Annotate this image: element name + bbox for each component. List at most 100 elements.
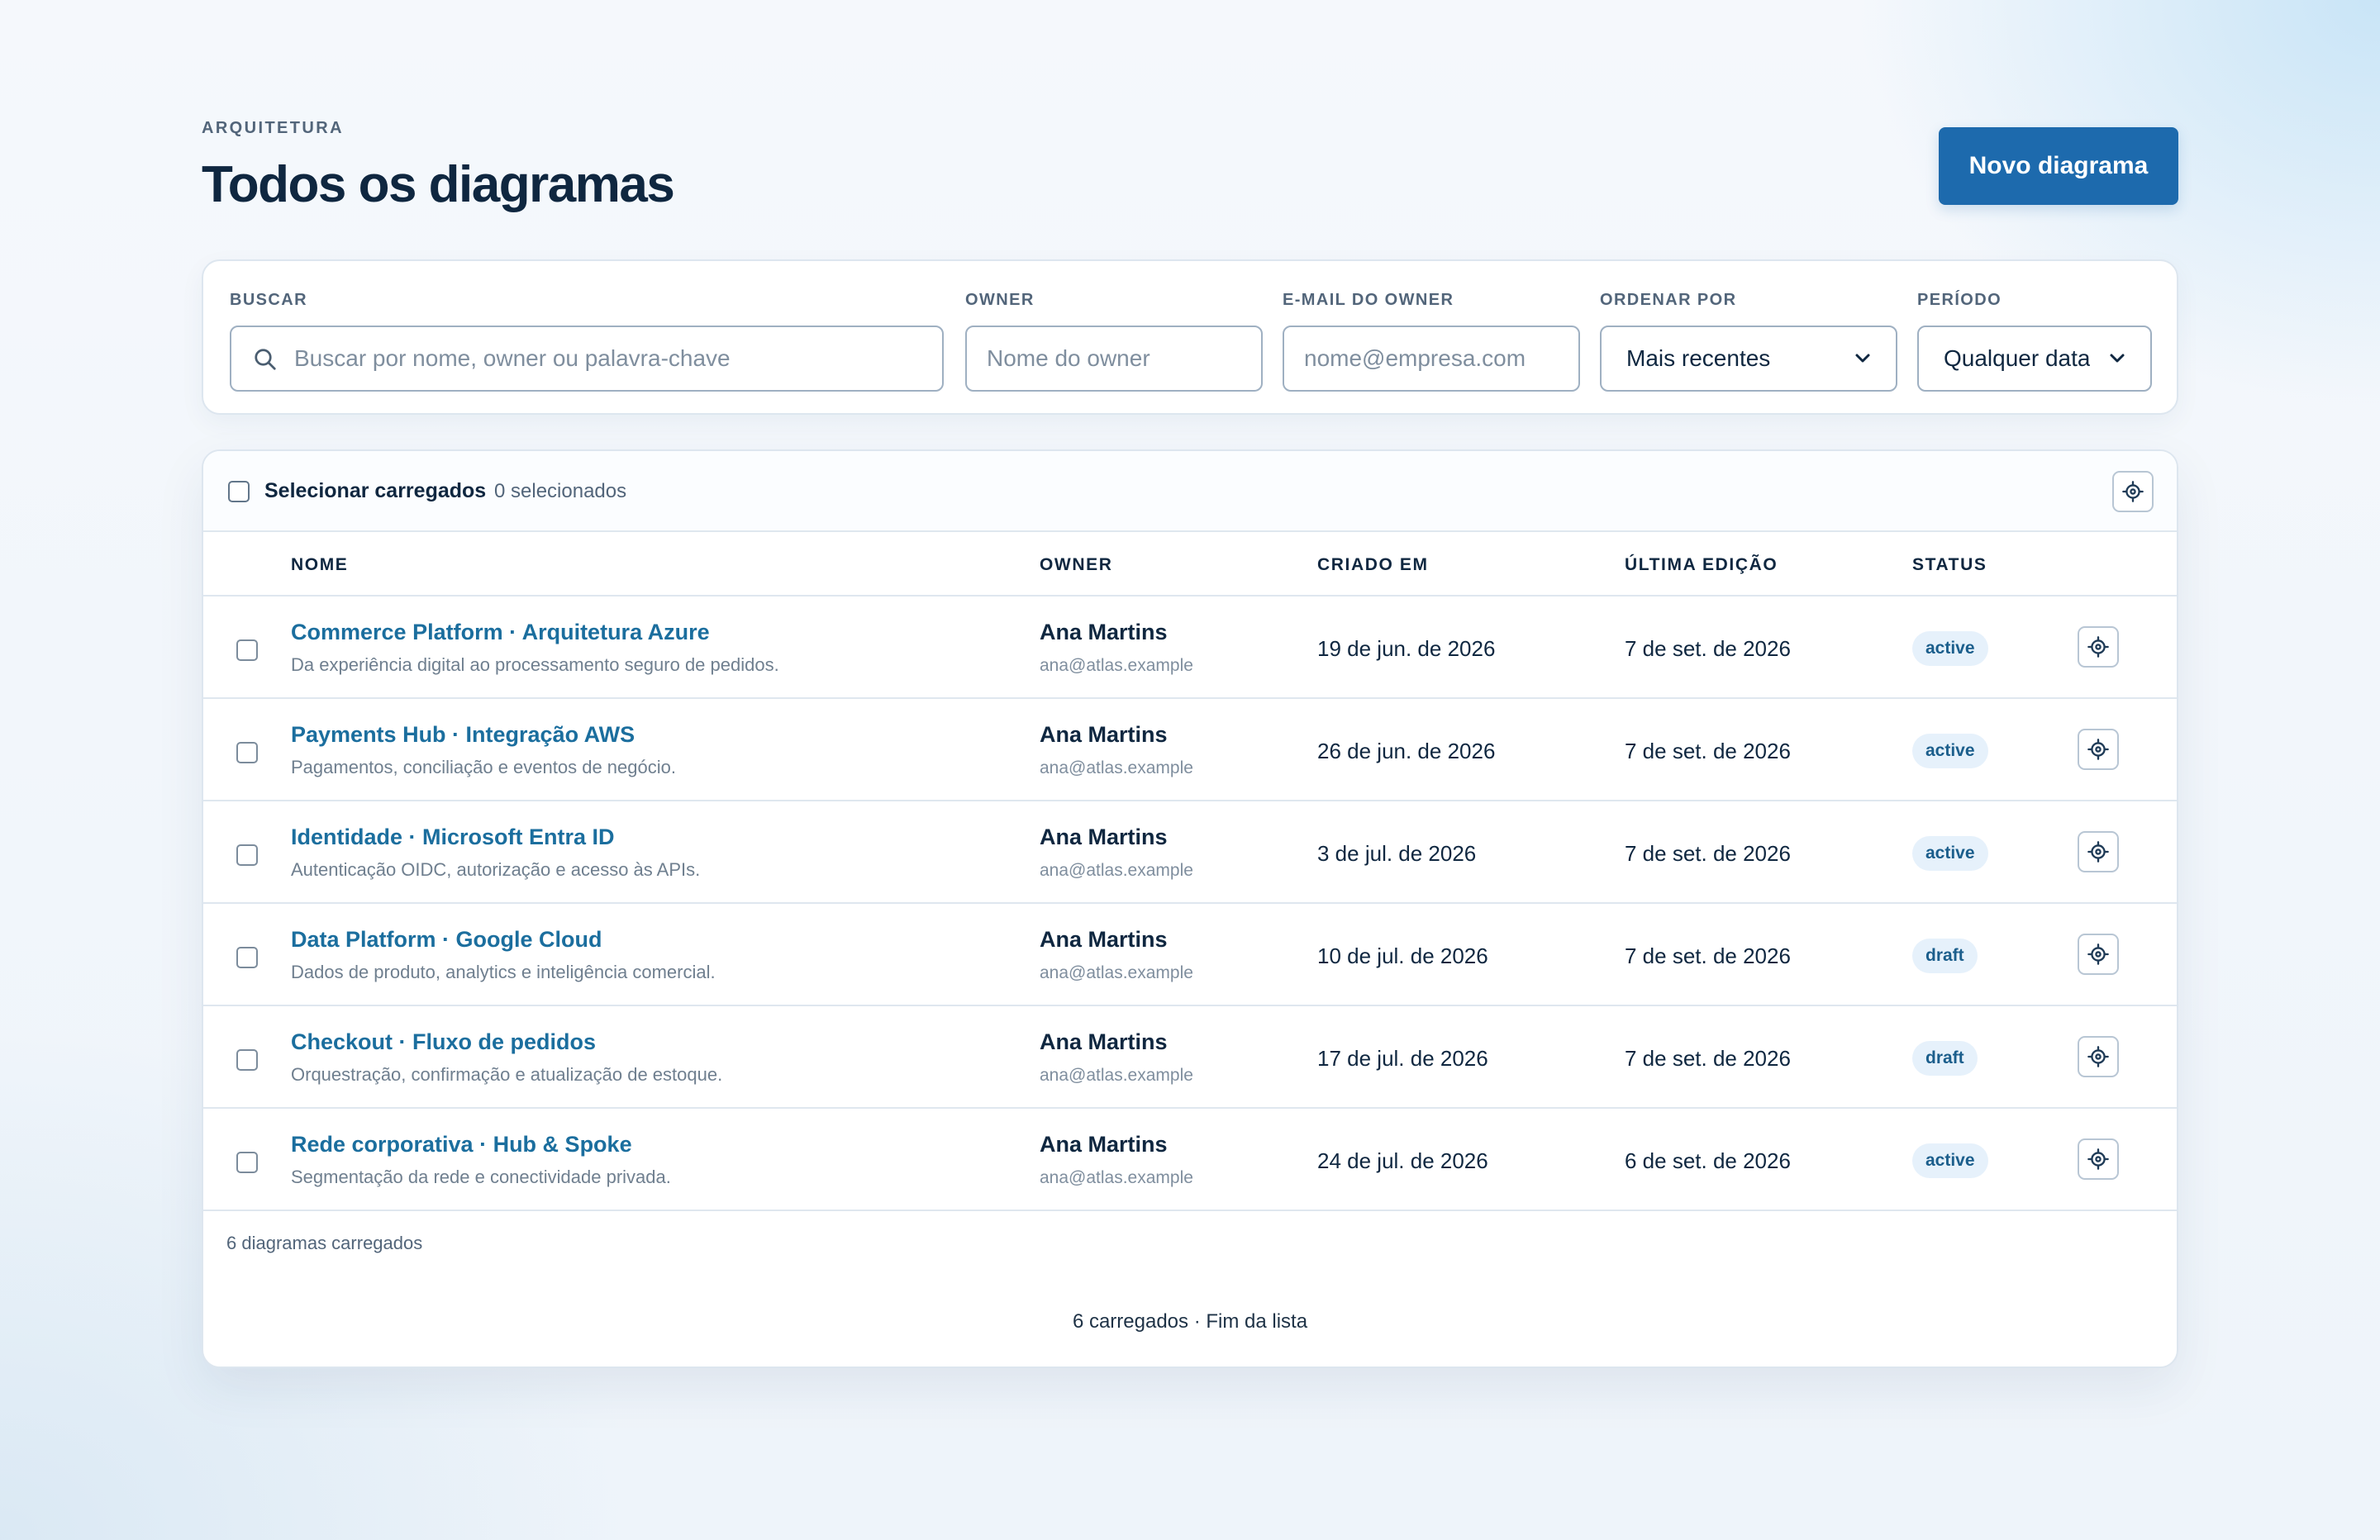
owner-input[interactable] — [967, 327, 1261, 390]
period-selected-value: Qualquer data — [1944, 345, 2091, 371]
gear-icon — [2087, 841, 2109, 863]
diagram-name-link[interactable]: Identidade · Microsoft Entra ID — [291, 825, 615, 850]
owner-email: ana@atlas.example — [1040, 1066, 1193, 1085]
search-field: BUSCAR — [230, 291, 944, 392]
diagram-description: Da experiência digital ao processamento … — [291, 654, 779, 675]
table-toolbar: Selecionar carregados 0 selecionados — [203, 451, 2177, 532]
row-checkbox[interactable] — [236, 639, 258, 661]
diagram-name-link[interactable]: Rede corporativa · Hub & Spoke — [291, 1132, 632, 1157]
period-select[interactable]: Qualquer data — [1917, 326, 2152, 392]
owner-name: Ana Martins — [1040, 1132, 1168, 1157]
select-all-checkbox[interactable] — [228, 481, 250, 502]
column-header-status[interactable]: STATUS — [1912, 555, 1987, 575]
gear-icon — [2087, 636, 2109, 658]
select-loaded-label: Selecionar carregados — [264, 479, 487, 502]
page-title: Todos os diagramas — [202, 156, 675, 213]
gear-icon — [2087, 1046, 2109, 1067]
search-icon — [255, 349, 276, 370]
owner-field: OWNER — [965, 291, 1263, 392]
table-row[interactable]: Identidade · Microsoft Entra ID Autentica… — [203, 801, 2177, 904]
status-badge: active — [1912, 836, 1988, 871]
table-row[interactable]: Checkout · Fluxo de pedidos Orquestração,… — [203, 1006, 2177, 1109]
status-badge: active — [1912, 734, 1988, 768]
diagram-name-link[interactable]: Commerce Platform · Arquitetura Azure — [291, 620, 710, 645]
column-header-edited[interactable]: ÚLTIMA EDIÇÃO — [1625, 555, 1778, 575]
owner-email: ana@atlas.example — [1040, 1168, 1193, 1187]
edited-date: 7 de set. de 2026 — [1625, 841, 1791, 866]
owner-name: Ana Martins — [1040, 620, 1168, 644]
owner-email-box[interactable] — [1283, 326, 1580, 392]
created-date: 10 de jul. de 2026 — [1317, 943, 1488, 968]
owner-email: ana@atlas.example — [1040, 758, 1193, 777]
column-header-created[interactable]: CRIADO EM — [1317, 555, 1429, 575]
table-header: NOME OWNER CRIADO EM ÚLTIMA EDIÇÃO STATU… — [203, 532, 2177, 597]
row-checkbox[interactable] — [236, 1049, 258, 1071]
status-badge: active — [1912, 1143, 1988, 1178]
table-row[interactable]: Payments Hub · Integração AWS Pagamentos,… — [203, 699, 2177, 801]
table-row[interactable]: Commerce Platform · Arquitetura Azure Da … — [203, 597, 2177, 699]
row-settings-button[interactable] — [2078, 1036, 2119, 1077]
owner-email: ana@atlas.example — [1040, 656, 1193, 675]
edited-date: 6 de set. de 2026 — [1625, 1148, 1791, 1173]
diagram-description: Pagamentos, conciliação e eventos de neg… — [291, 757, 676, 777]
table-settings-button[interactable] — [2112, 471, 2154, 512]
row-checkbox[interactable] — [236, 1152, 258, 1173]
diagrams-table-card: Selecionar carregados 0 selecionados NOM… — [202, 449, 2178, 1368]
search-label: BUSCAR — [230, 291, 307, 309]
gear-icon — [2087, 739, 2109, 760]
row-settings-button[interactable] — [2078, 729, 2119, 770]
created-date: 24 de jul. de 2026 — [1317, 1148, 1488, 1173]
status-badge: draft — [1912, 1041, 1978, 1076]
column-header-owner[interactable]: OWNER — [1040, 555, 1113, 575]
sort-field: ORDENAR POR Mais recentes — [1600, 291, 1897, 392]
period-field: PERÍODO Qualquer data — [1917, 291, 2152, 392]
end-of-list: 6 carregados · Fim da lista — [1072, 1310, 1308, 1333]
owner-name: Ana Martins — [1040, 1029, 1168, 1054]
edited-date: 7 de set. de 2026 — [1625, 1046, 1791, 1071]
row-checkbox[interactable] — [236, 844, 258, 866]
diagram-name-link[interactable]: Payments Hub · Integração AWS — [291, 722, 635, 748]
owner-box[interactable] — [965, 326, 1263, 392]
sort-select[interactable]: Mais recentes — [1600, 326, 1897, 392]
section-eyebrow: ARQUITETURA — [202, 119, 344, 137]
owner-email-field: E-MAIL DO OWNER — [1283, 291, 1580, 392]
row-checkbox[interactable] — [236, 947, 258, 968]
created-date: 17 de jul. de 2026 — [1317, 1046, 1488, 1071]
status-badge: active — [1912, 631, 1988, 666]
chevron-down-icon — [1855, 354, 1870, 363]
owner-name: Ana Martins — [1040, 825, 1168, 849]
table-row[interactable]: Data Platform · Google Cloud Dados de pro… — [203, 904, 2177, 1006]
owner-email-input[interactable] — [1284, 327, 1578, 390]
row-settings-button[interactable] — [2078, 934, 2119, 975]
filters-panel: BUSCAR OWNER E-MAIL DO OWNER ORDENAR POR — [202, 259, 2178, 415]
gear-icon — [2087, 943, 2109, 965]
diagram-description: Autenticação OIDC, autorização e acesso … — [291, 859, 701, 880]
chevron-down-icon — [2110, 354, 2125, 363]
edited-date: 7 de set. de 2026 — [1625, 739, 1791, 763]
column-header-name[interactable]: NOME — [291, 555, 348, 575]
diagram-description: Orquestração, confirmação e atualização … — [291, 1064, 723, 1085]
edited-date: 7 de set. de 2026 — [1625, 636, 1791, 661]
row-checkbox[interactable] — [236, 742, 258, 763]
diagram-name-link[interactable]: Data Platform · Google Cloud — [291, 927, 602, 953]
period-label: PERÍODO — [1917, 291, 2002, 309]
table-row[interactable]: Rede corporativa · Hub & Spoke Segmentaçã… — [203, 1109, 2177, 1211]
row-settings-button[interactable] — [2078, 1138, 2119, 1180]
created-date: 26 de jun. de 2026 — [1317, 739, 1496, 763]
new-diagram-button[interactable]: Novo diagrama — [1939, 127, 2178, 205]
search-box[interactable] — [230, 326, 944, 392]
owner-email-label: E-MAIL DO OWNER — [1283, 291, 1454, 309]
created-date: 19 de jun. de 2026 — [1317, 636, 1496, 661]
owner-name: Ana Martins — [1040, 927, 1168, 952]
row-settings-button[interactable] — [2078, 831, 2119, 872]
diagram-description: Dados de produto, analytics e inteligênc… — [291, 962, 716, 982]
diagram-name-link[interactable]: Checkout · Fluxo de pedidos — [291, 1029, 596, 1055]
sort-label: ORDENAR POR — [1600, 291, 1737, 309]
search-input[interactable] — [231, 327, 942, 390]
status-badge: draft — [1912, 939, 1978, 973]
row-settings-button[interactable] — [2078, 626, 2119, 668]
gear-icon — [2087, 1148, 2109, 1170]
sort-selected-value: Mais recentes — [1626, 345, 1771, 371]
loaded-count: 6 diagramas carregados — [226, 1233, 423, 1253]
diagram-description: Segmentação da rede e conectividade priv… — [291, 1167, 671, 1187]
